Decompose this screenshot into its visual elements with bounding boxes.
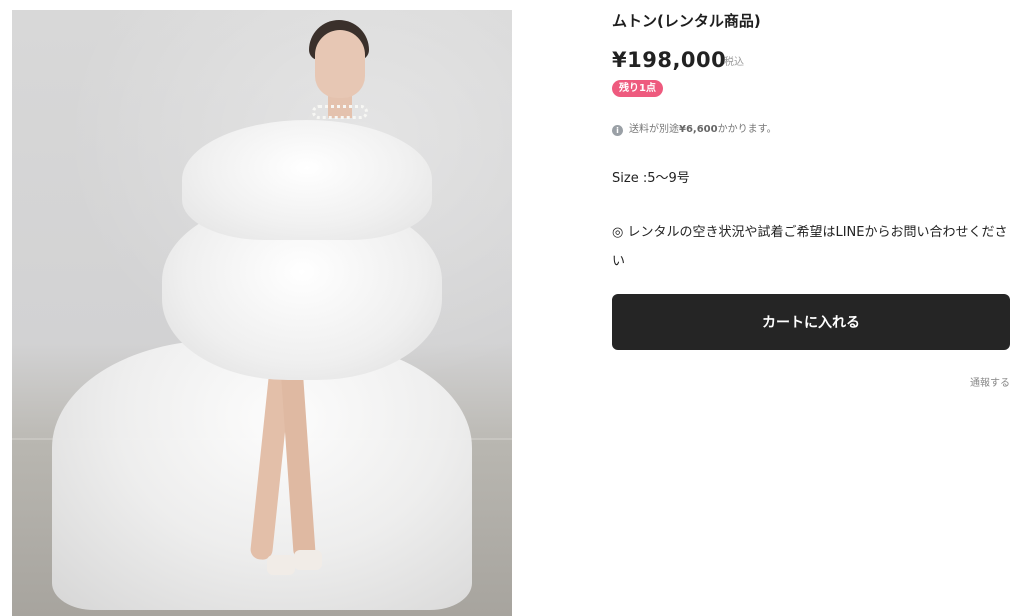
add-to-cart-button[interactable]: カートに入れる xyxy=(612,294,1010,350)
size-info: Size :5〜9号 xyxy=(612,171,690,186)
shipping-suffix: かかります。 xyxy=(717,124,777,135)
report-link[interactable]: 通報する xyxy=(970,377,1010,391)
stock-badge: 残り1点 xyxy=(612,80,663,97)
info-icon: i xyxy=(612,125,623,136)
shipping-amount: ¥6,600 xyxy=(679,124,718,135)
product-price: ¥198,000 xyxy=(612,48,727,72)
rental-notice: ◎ レンタルの空き状況や試着ご希望はLINEからお問い合わせください xyxy=(612,225,1008,269)
shipping-prefix: 送料が別途 xyxy=(629,124,679,135)
product-image[interactable] xyxy=(12,10,512,616)
shipping-note: i 送料が別途¥6,600かかります。 xyxy=(612,123,777,137)
tax-label: 税込 xyxy=(724,57,744,68)
product-title: ムトン(レンタル商品) xyxy=(612,12,761,30)
